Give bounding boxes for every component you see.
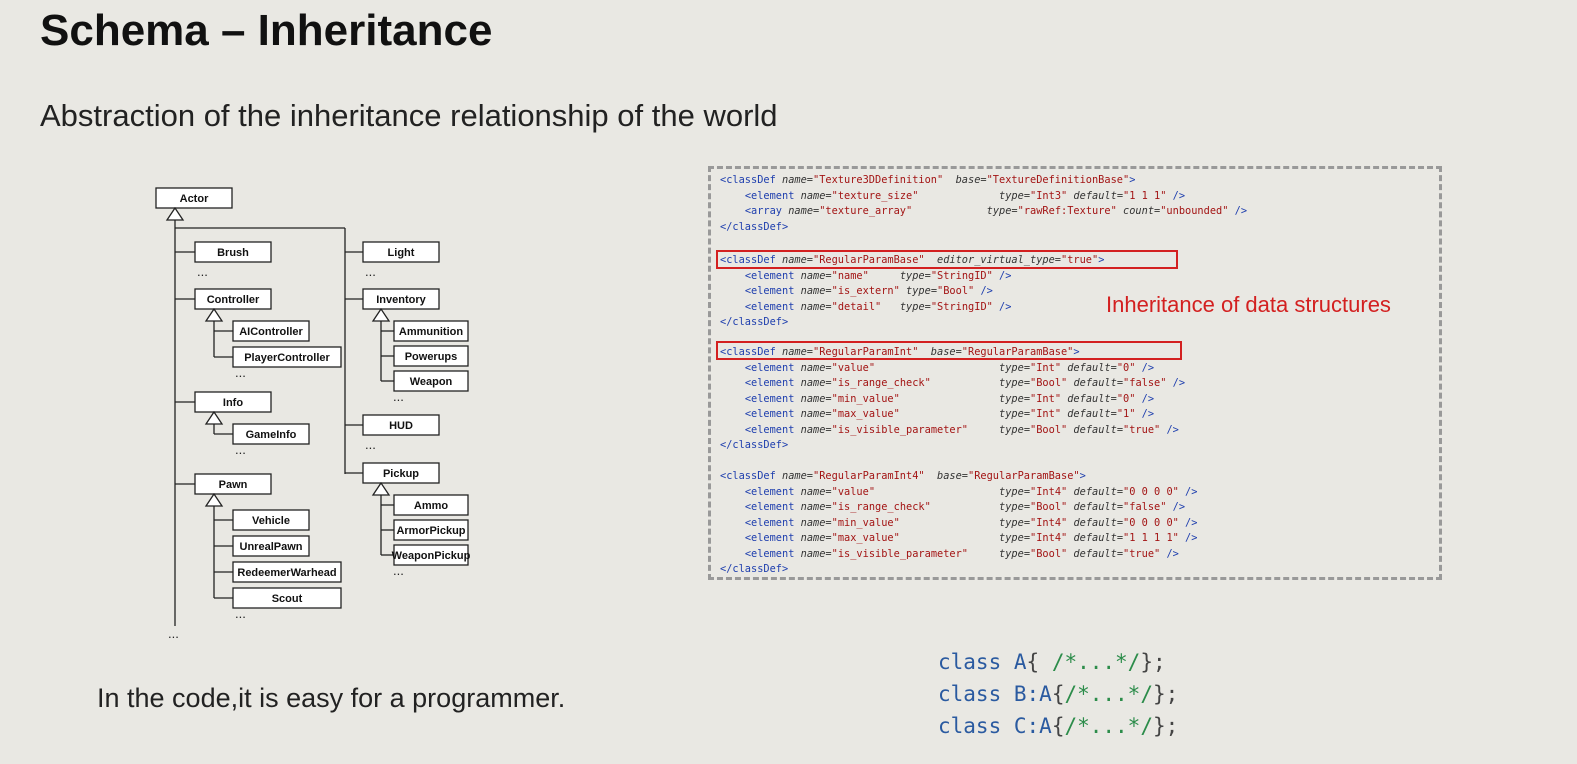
cpp-class-line: class C:A{/*...*/}; <box>938 714 1179 738</box>
class-label-aicontroller: AIController <box>239 326 303 338</box>
class-label-actor: Actor <box>180 193 209 205</box>
xml-element-line: <element name="is_range_check" type="Boo… <box>744 501 1186 513</box>
cpp-class-line: class B:A{/*...*/}; <box>938 682 1179 706</box>
xml-element-line: <element name="value" type="Int" default… <box>744 361 1155 374</box>
callout-label: Inheritance of data structures <box>1106 292 1391 317</box>
xml-element-line: <element name="is_range_check" type="Boo… <box>744 377 1186 389</box>
inheritance-arrow <box>165 206 185 221</box>
class-label-info: Info <box>223 397 243 409</box>
tree-ellipsis: ... <box>365 264 376 279</box>
class-label-powerups: Powerups <box>405 351 458 363</box>
xml-element-line: <element name="is_visible_parameter" typ… <box>744 547 1179 560</box>
cpp-class-line: class A{ /*...*/}; <box>938 650 1166 674</box>
class-label-hud: HUD <box>389 420 413 432</box>
tree-ellipsis: ... <box>168 626 179 641</box>
inheritance-arrow <box>371 307 391 322</box>
tree-ellipsis: ... <box>235 442 246 457</box>
xml-classdef-open: <classDef name="Texture3DDefinition" bas… <box>720 174 1136 186</box>
class-label-light: Light <box>388 247 415 259</box>
highlight-regularparamint <box>716 341 1182 360</box>
tree-ellipsis: ... <box>393 563 404 578</box>
class-label-pawn: Pawn <box>219 479 248 491</box>
slide-note: In the code,it is easy for a programmer. <box>97 683 566 713</box>
xml-element-line: <element name="max_value" type="Int4" de… <box>744 532 1198 544</box>
tree-ellipsis: ... <box>235 606 246 621</box>
class-label-unrealpawn: UnrealPawn <box>240 541 303 553</box>
xml-element-line: <element name="texture_size" type="Int3"… <box>744 189 1186 202</box>
xml-element-line: <element name="max_value" type="Int" def… <box>744 408 1155 420</box>
xml-element-line: <element name="is_visible_parameter" typ… <box>744 423 1179 436</box>
inheritance-arrow <box>371 481 391 496</box>
class-label-pickup: Pickup <box>383 468 419 480</box>
class-label-brush: Brush <box>217 247 249 259</box>
inheritance-arrow <box>204 410 224 425</box>
xml-classdef-close: </classDef> <box>720 439 789 451</box>
xml-classdef-open: <classDef name="RegularParamInt4" base="… <box>720 470 1086 482</box>
xml-element-line: <array name="texture_array" type="rawRef… <box>744 205 1248 217</box>
class-label-ammo: Ammo <box>414 500 449 512</box>
tree-ellipsis: ... <box>197 264 208 279</box>
xml-element-line: <element name="name" type="StringID" /> <box>744 269 1012 282</box>
xml-element-line: <element name="detail" type="StringID" /… <box>744 300 1012 313</box>
class-label-redeemerwarhead: RedeemerWarhead <box>237 567 336 579</box>
highlight-regularparambase <box>716 250 1178 269</box>
tree-ellipsis: ... <box>235 365 246 380</box>
inheritance-tree-diagram: Actor... Brush... Controller AIController Pl… <box>155 187 471 641</box>
class-label-armorpickup: ArmorPickup <box>396 525 465 537</box>
xml-classdef-close: </classDef> <box>720 220 789 233</box>
inheritance-arrow <box>204 492 224 507</box>
xml-classdef-close: </classDef> <box>720 563 789 575</box>
class-label-scout: Scout <box>272 593 303 605</box>
xml-element-line: <element name="min_value" type="Int" def… <box>744 392 1155 405</box>
inheritance-arrow <box>204 307 224 322</box>
class-label-weaponpickup: WeaponPickup <box>392 550 471 562</box>
class-label-vehicle: Vehicle <box>252 515 290 527</box>
class-label-weapon: Weapon <box>410 376 453 388</box>
tree-ellipsis: ... <box>365 437 376 452</box>
xml-element-line: <element name="value" type="Int4" defaul… <box>744 485 1198 498</box>
class-label-gameinfo: GameInfo <box>246 429 297 441</box>
class-label-controller: Controller <box>207 294 260 306</box>
class-label-ammunition: Ammunition <box>399 326 463 338</box>
xml-element-line: <element name="min_value" type="Int4" de… <box>744 516 1198 529</box>
xml-classdef-close: </classDef> <box>720 316 789 328</box>
xml-element-line: <element name="is_extern" type="Bool" /> <box>744 285 993 297</box>
tree-ellipsis: ... <box>393 389 404 404</box>
class-label-playercontroller: PlayerController <box>244 352 330 364</box>
class-label-inventory: Inventory <box>376 294 426 306</box>
